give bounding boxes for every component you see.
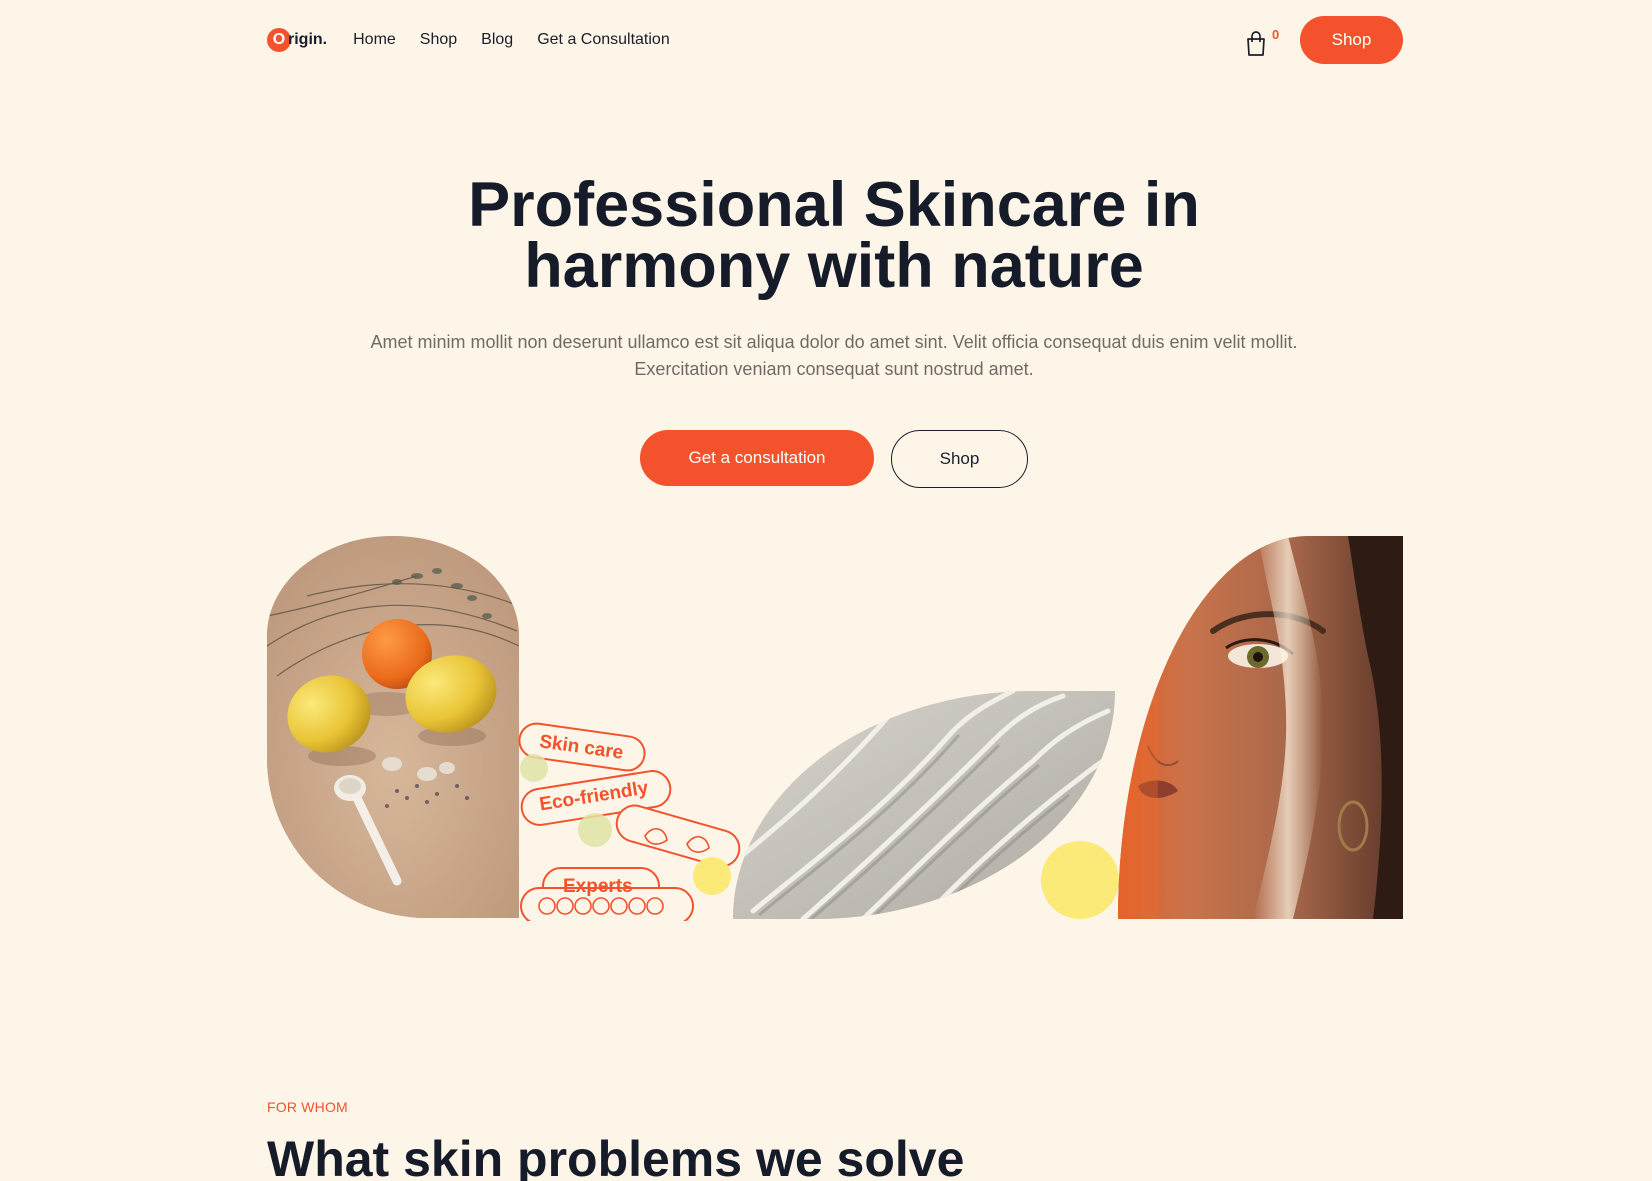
hero-actions: Get a consultation Shop <box>0 430 1652 488</box>
hero-title: Professional Skincare in harmony with na… <box>0 174 1652 298</box>
citrus-photo <box>267 536 519 918</box>
hero-shop-button[interactable]: Shop <box>891 430 1028 488</box>
hero-title-line-2: harmony with nature <box>524 231 1144 301</box>
hero-collage: Skin care Eco-friendly Experts <box>267 536 1403 921</box>
brand-logo[interactable]: O rigin. <box>267 28 327 52</box>
logo-wordmark: rigin. <box>288 31 328 48</box>
section-title: What skin problems we solve <box>267 1131 965 1181</box>
hero-title-line-1: Professional Skincare in <box>468 170 1200 240</box>
model-portrait-photo <box>1118 536 1403 919</box>
feature-tags: Skin care Eco-friendly Experts <box>517 706 747 921</box>
decorative-yellow-circle <box>1041 841 1119 919</box>
nav-link-blog[interactable]: Blog <box>481 31 513 49</box>
shopping-bag-icon <box>1247 31 1265 56</box>
top-navigation: O rigin. Home Shop Blog Get a Consultati… <box>267 16 1403 64</box>
section-eyebrow: FOR WHOM <box>267 1099 348 1115</box>
get-consultation-button[interactable]: Get a consultation <box>640 430 874 486</box>
main-menu: Home Shop Blog Get a Consultation <box>353 31 670 49</box>
cart-count-badge: 0 <box>1272 27 1280 42</box>
tag-experts: Experts <box>563 876 633 897</box>
nav-link-consultation[interactable]: Get a Consultation <box>537 31 670 49</box>
hero-subtitle: Amet minim mollit non deserunt ullamco e… <box>370 332 1298 379</box>
nav-shop-button[interactable]: Shop <box>1300 16 1403 64</box>
nav-link-home[interactable]: Home <box>353 31 396 49</box>
nav-link-shop[interactable]: Shop <box>420 31 457 49</box>
nav-actions: 0 Shop <box>1244 16 1403 64</box>
cart-button[interactable]: 0 <box>1244 23 1284 57</box>
